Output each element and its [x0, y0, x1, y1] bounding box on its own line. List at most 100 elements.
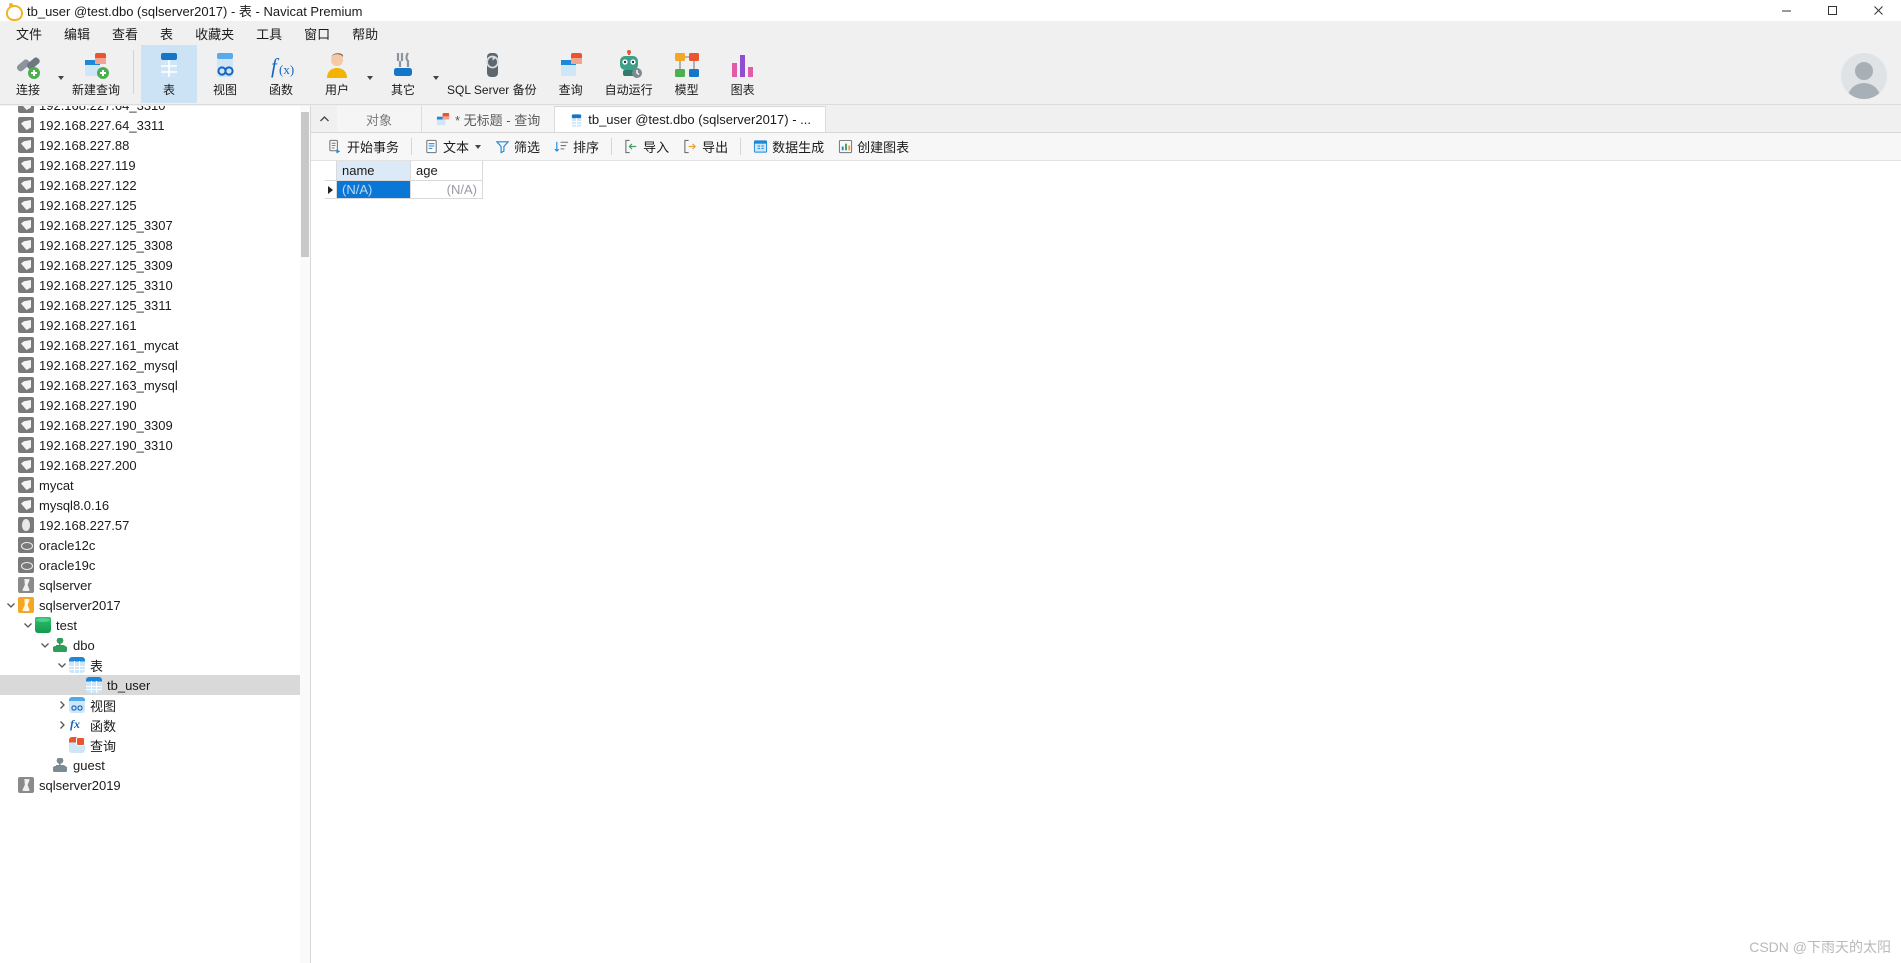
menu-table[interactable]: 表: [149, 21, 184, 46]
chevron-down-icon[interactable]: [4, 595, 18, 615]
table-folder-icon: [69, 657, 85, 673]
toolbar-connection-button[interactable]: 连接: [0, 45, 56, 103]
chevron-right-icon[interactable]: [55, 695, 69, 715]
toolbar-user-button[interactable]: 用户: [309, 45, 365, 103]
grid-body[interactable]: (N/A) (N/A): [325, 181, 483, 199]
sort-button[interactable]: 排序: [547, 134, 606, 159]
close-button[interactable]: [1855, 0, 1901, 21]
create-chart-button[interactable]: 创建图表: [831, 134, 916, 159]
tree-item-192.168.227.64_3311[interactable]: 192.168.227.64_3311: [0, 115, 310, 135]
tree-item-tb_user[interactable]: tb_user: [0, 675, 310, 695]
tree-item-sqlserver2017[interactable]: sqlserver2017: [0, 595, 310, 615]
grid-column-header-name[interactable]: name: [337, 161, 411, 181]
toolbar-new-query-button[interactable]: 新建查询: [66, 45, 126, 103]
tree-item-192.168.227.119[interactable]: 192.168.227.119: [0, 155, 310, 175]
tree-item--[interactable]: 表: [0, 655, 310, 675]
grid-column-header-age[interactable]: age: [411, 161, 483, 181]
grid-cell-age[interactable]: (N/A): [411, 181, 483, 199]
menu-edit[interactable]: 编辑: [53, 21, 101, 46]
menu-help[interactable]: 帮助: [341, 21, 389, 46]
grid-cell-name[interactable]: (N/A): [337, 181, 411, 199]
tree-item-192.168.227.125_3310[interactable]: 192.168.227.125_3310: [0, 275, 310, 295]
menu-window[interactable]: 窗口: [293, 21, 341, 46]
tree-item-192.168.227.161_mycat[interactable]: 192.168.227.161_mycat: [0, 335, 310, 355]
tree-item-192.168.227.190_3310[interactable]: 192.168.227.190_3310: [0, 435, 310, 455]
tree-item-label: mycat: [39, 477, 74, 493]
chevron-down-icon[interactable]: [21, 615, 35, 635]
tree-item-oracle12c[interactable]: oracle12c: [0, 535, 310, 555]
tab-objects[interactable]: 对象: [337, 106, 422, 132]
menu-view[interactable]: 查看: [101, 21, 149, 46]
menu-file[interactable]: 文件: [5, 21, 53, 46]
tree-item-192.168.227.122[interactable]: 192.168.227.122: [0, 175, 310, 195]
export-icon: [683, 139, 698, 154]
tree-item-oracle19c[interactable]: oracle19c: [0, 555, 310, 575]
chevron-down-icon[interactable]: [431, 45, 441, 103]
tree-item-192.168.227.200[interactable]: 192.168.227.200: [0, 455, 310, 475]
table-row[interactable]: (N/A) (N/A): [325, 181, 483, 199]
toolbar-model-button[interactable]: 模型: [659, 45, 715, 103]
tree-item-192.168.227.163_mysql[interactable]: 192.168.227.163_mysql: [0, 375, 310, 395]
tree-item-sqlserver[interactable]: sqlserver: [0, 575, 310, 595]
tree-item-dbo[interactable]: dbo: [0, 635, 310, 655]
menu-favorites[interactable]: 收藏夹: [184, 21, 245, 46]
export-button[interactable]: 导出: [676, 134, 735, 159]
minimize-button[interactable]: [1763, 0, 1809, 21]
tree-item-sqlserver2019[interactable]: sqlserver2019: [0, 775, 310, 795]
navicat-window: tb_user @test.dbo (sqlserver2017) - 表 - …: [0, 0, 1901, 963]
tree-item-mycat[interactable]: mycat: [0, 475, 310, 495]
tree-item-192.168.227.162_mysql[interactable]: 192.168.227.162_mysql: [0, 355, 310, 375]
data-generation-button[interactable]: 数据生成: [746, 134, 831, 159]
chevron-down-icon[interactable]: [38, 635, 52, 655]
tree-item-192.168.227.125[interactable]: 192.168.227.125: [0, 195, 310, 215]
text-view-button[interactable]: 文本: [417, 134, 488, 159]
tree-item-guest[interactable]: guest: [0, 755, 310, 775]
tree-item-192.168.227.161[interactable]: 192.168.227.161: [0, 315, 310, 335]
import-button[interactable]: 导入: [617, 134, 676, 159]
new-query-icon: [80, 49, 112, 81]
begin-transaction-button[interactable]: 开始事务: [321, 134, 406, 159]
tree-item-192.168.227.125_3309[interactable]: 192.168.227.125_3309: [0, 255, 310, 275]
toolbar-other-tools-button[interactable]: 其它: [375, 45, 431, 103]
toolbar-view-button[interactable]: 视图: [197, 45, 253, 103]
sidebar-scrollbar-thumb[interactable]: [301, 112, 309, 257]
data-grid[interactable]: name age (N/A) (N/A): [325, 161, 483, 199]
tab-tb-user-table[interactable]: tb_user @test.dbo (sqlserver2017) - ...: [555, 106, 826, 132]
tree-item-192.168.227.125_3311[interactable]: 192.168.227.125_3311: [0, 295, 310, 315]
chevron-down-icon[interactable]: [56, 45, 66, 103]
toolbar-chart-button[interactable]: 图表: [715, 45, 771, 103]
tree-item-test[interactable]: test: [0, 615, 310, 635]
filter-button[interactable]: 筛选: [488, 134, 547, 159]
maximize-button[interactable]: [1809, 0, 1855, 21]
user-avatar[interactable]: [1841, 53, 1887, 99]
grid-toolbar-separator: [611, 138, 613, 155]
chevron-down-icon[interactable]: [365, 45, 375, 103]
tree-item-192.168.227.88[interactable]: 192.168.227.88: [0, 135, 310, 155]
chevron-down-icon[interactable]: [475, 144, 482, 149]
toolbar-table-button[interactable]: 表: [141, 45, 198, 103]
tree-item-mysql8.0.16[interactable]: mysql8.0.16: [0, 495, 310, 515]
menu-tools[interactable]: 工具: [245, 21, 293, 46]
chevron-right-icon[interactable]: [55, 715, 69, 735]
tree-item-label: guest: [73, 757, 105, 773]
toolbar-function-button[interactable]: f (x) 函数: [253, 45, 309, 103]
connection-tree-sidebar[interactable]: 192.168.227.64_3310 192.168.227.64_3311 19…: [0, 106, 310, 963]
chevron-down-icon[interactable]: [55, 655, 69, 675]
tree-item--[interactable]: 查询: [0, 735, 310, 755]
tree-item-192.168.227.64_3310[interactable]: 192.168.227.64_3310: [0, 106, 310, 115]
tree-item-192.168.227.190[interactable]: 192.168.227.190: [0, 395, 310, 415]
tree-item-192.168.227.125_3308[interactable]: 192.168.227.125_3308: [0, 235, 310, 255]
tree-item-192.168.227.190_3309[interactable]: 192.168.227.190_3309: [0, 415, 310, 435]
tree-item-192.168.227.125_3307[interactable]: 192.168.227.125_3307: [0, 215, 310, 235]
tree-item-192.168.227.57[interactable]: 192.168.227.57: [0, 515, 310, 535]
tab-untitled-query[interactable]: * 无标题 - 查询: [422, 106, 556, 132]
chevron-up-icon[interactable]: [311, 106, 337, 132]
tree-item-label: 192.168.227.125_3309: [39, 257, 173, 273]
toolbar-backup-button[interactable]: SQL Server 备份: [441, 45, 543, 103]
toolbar-automation-button[interactable]: 自动运行: [599, 45, 659, 103]
tree-item--[interactable]: 视图: [0, 695, 310, 715]
tree-item--[interactable]: 函数: [0, 715, 310, 735]
toolbar-query-button[interactable]: 查询: [543, 45, 599, 103]
